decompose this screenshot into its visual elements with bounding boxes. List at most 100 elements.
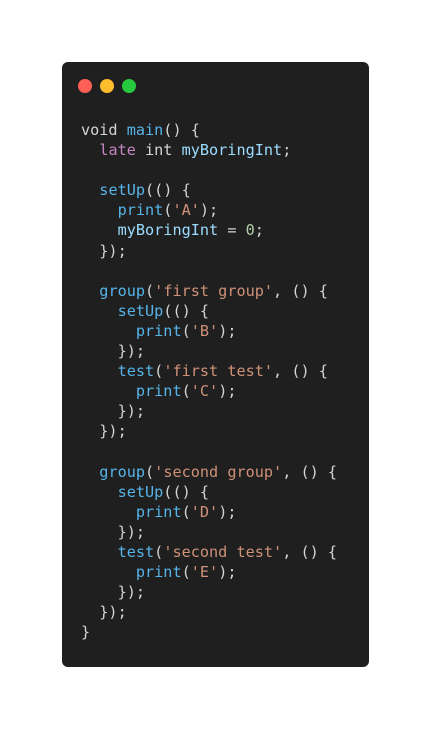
code-token-fn: setUp <box>117 301 164 320</box>
code-token-plain: ); <box>218 321 237 340</box>
code-line: }); <box>81 421 337 441</box>
code-token-str: 'E' <box>190 563 219 582</box>
code-line: }); <box>81 602 337 622</box>
code-line: }); <box>81 341 337 361</box>
code-line: void main() { <box>81 120 337 140</box>
code-token-fn: setUp <box>99 181 146 200</box>
code-token-plain: ); <box>199 201 219 220</box>
code-token-plain: , () { <box>273 281 328 300</box>
code-token-str: 'B' <box>190 321 219 340</box>
code-token-plain: int <box>135 141 182 160</box>
code-token-plain: ; <box>282 141 292 160</box>
code-token-str: 'A' <box>172 201 200 220</box>
code-line: }); <box>81 522 337 542</box>
code-token-plain: , () { <box>273 362 328 381</box>
code-line: test('second test', () { <box>81 542 337 562</box>
code-token-fn: print <box>135 321 182 340</box>
code-token-plain: }); <box>81 402 146 421</box>
code-token-ident: myBoringInt <box>117 221 219 240</box>
code-token-fn: print <box>135 382 182 401</box>
minimize-dot-icon[interactable] <box>100 79 114 93</box>
code-block: void main() { late int myBoringInt; setU… <box>81 120 337 642</box>
code-line: myBoringInt = 0; <box>81 220 337 240</box>
code-token-plain: ( <box>145 462 155 481</box>
code-token-str: 'C' <box>190 382 219 401</box>
code-token-plain: }); <box>81 583 146 602</box>
code-line: group('second group', () { <box>81 462 337 482</box>
code-token-plain: }); <box>81 603 127 622</box>
code-token-plain: void <box>81 121 127 139</box>
code-token-plain: = <box>218 221 246 240</box>
code-token-plain: , () { <box>282 462 338 481</box>
code-token-num: 0 <box>245 221 255 240</box>
code-line: print('C'); <box>81 381 337 401</box>
code-token-plain: () { <box>163 121 200 139</box>
code-token-str: 'first test' <box>163 362 274 381</box>
code-token-fn: print <box>135 502 182 521</box>
code-token-plain: ( <box>145 281 155 300</box>
code-token-plain: }); <box>81 241 127 260</box>
code-token-plain: , () { <box>282 542 338 561</box>
code-line: test('first test', () { <box>81 361 337 381</box>
code-token-plain: ( <box>154 542 164 561</box>
code-line: setUp(() { <box>81 180 337 200</box>
code-token-plain: } <box>81 623 91 642</box>
code-line: print('B'); <box>81 321 337 341</box>
code-token-str: 'second test' <box>163 542 283 561</box>
code-token-plain: }); <box>81 342 146 361</box>
code-token-plain: (() { <box>163 482 210 501</box>
code-token-str: 'D' <box>190 502 219 521</box>
code-token-fn: group <box>99 281 146 300</box>
code-token-plain: ); <box>218 502 237 521</box>
code-token-plain: ( <box>181 502 191 521</box>
code-token-plain: ( <box>181 382 191 401</box>
code-token-fn: group <box>99 462 146 481</box>
code-token-fn: print <box>135 563 182 582</box>
code-token-plain: (() { <box>145 181 191 200</box>
code-token-fn: test <box>117 542 155 561</box>
code-token-str: 'second group' <box>154 462 283 481</box>
code-line: group('first group', () { <box>81 281 337 301</box>
code-line: print('D'); <box>81 502 337 522</box>
code-token-plain: ( <box>154 362 164 381</box>
code-token-plain: ; <box>254 221 264 240</box>
window-controls <box>78 79 136 93</box>
code-token-fn: setUp <box>117 482 164 501</box>
code-token-plain: ); <box>218 563 237 582</box>
code-token-kw: late <box>99 141 136 160</box>
code-token-plain: ); <box>218 382 237 401</box>
code-token-str: 'first group' <box>154 281 274 300</box>
code-line: } <box>81 622 337 642</box>
code-line: setUp(() { <box>81 482 337 502</box>
code-token-fn: main <box>126 121 164 139</box>
code-line: setUp(() { <box>81 301 337 321</box>
code-window: void main() { late int myBoringInt; setU… <box>62 62 369 667</box>
code-token-fn: print <box>117 201 164 220</box>
code-line: }); <box>81 241 337 261</box>
code-token-plain: (() { <box>163 301 210 320</box>
maximize-dot-icon[interactable] <box>122 79 136 93</box>
code-token-plain: ( <box>181 321 191 340</box>
code-line: }); <box>81 582 337 602</box>
code-token-plain: ( <box>181 563 191 582</box>
code-token-plain: }); <box>81 422 127 441</box>
close-dot-icon[interactable] <box>78 79 92 93</box>
code-token-ident: myBoringInt <box>181 141 283 160</box>
code-line: print('E'); <box>81 562 337 582</box>
